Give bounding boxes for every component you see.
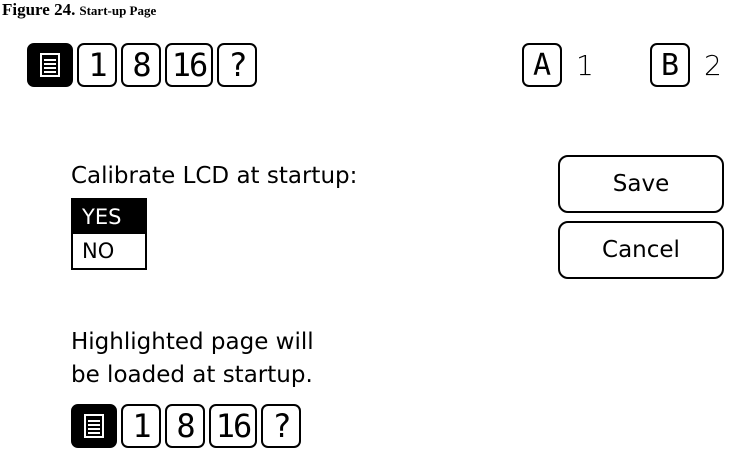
figure-title: Start-up Page: [79, 3, 157, 18]
startup-tab-8[interactable]: 8: [165, 404, 205, 448]
cancel-button[interactable]: Cancel: [558, 221, 724, 279]
startup-hint-line1: Highlighted page will: [71, 329, 314, 355]
tab-page-icon[interactable]: [27, 43, 73, 87]
startup-hint-line2: be loaded at startup.: [71, 362, 313, 388]
startup-tab-16[interactable]: 16: [209, 404, 257, 448]
figure-number: Figure 24.: [2, 0, 76, 19]
drive-a-indicator[interactable]: A 1: [522, 43, 594, 87]
top-page-tabs: 1 8 16 ?: [27, 43, 257, 87]
tab-help[interactable]: ?: [217, 43, 257, 87]
figure-caption: Figure 24. Start-up Page: [2, 0, 156, 20]
calibrate-selector: YES NO: [71, 198, 147, 270]
calibrate-label: Calibrate LCD at startup:: [71, 163, 358, 189]
page-icon: [84, 414, 104, 438]
tab-1[interactable]: 1: [77, 43, 117, 87]
startup-tab-page-icon[interactable]: [71, 404, 117, 448]
drive-a-number: 1: [576, 48, 594, 82]
drive-b-indicator[interactable]: B 2: [650, 43, 722, 87]
option-yes[interactable]: YES: [73, 200, 145, 234]
drive-b-letter: B: [650, 43, 690, 87]
save-button[interactable]: Save: [558, 155, 724, 213]
page-icon: [40, 53, 60, 77]
startup-tab-help[interactable]: ?: [261, 404, 301, 448]
drive-b-number: 2: [704, 48, 722, 82]
tab-8[interactable]: 8: [121, 43, 161, 87]
startup-page-tabs: 1 8 16 ?: [71, 404, 301, 448]
tab-16[interactable]: 16: [165, 43, 213, 87]
drive-a-letter: A: [522, 43, 562, 87]
option-no[interactable]: NO: [73, 234, 145, 268]
startup-tab-1[interactable]: 1: [121, 404, 161, 448]
